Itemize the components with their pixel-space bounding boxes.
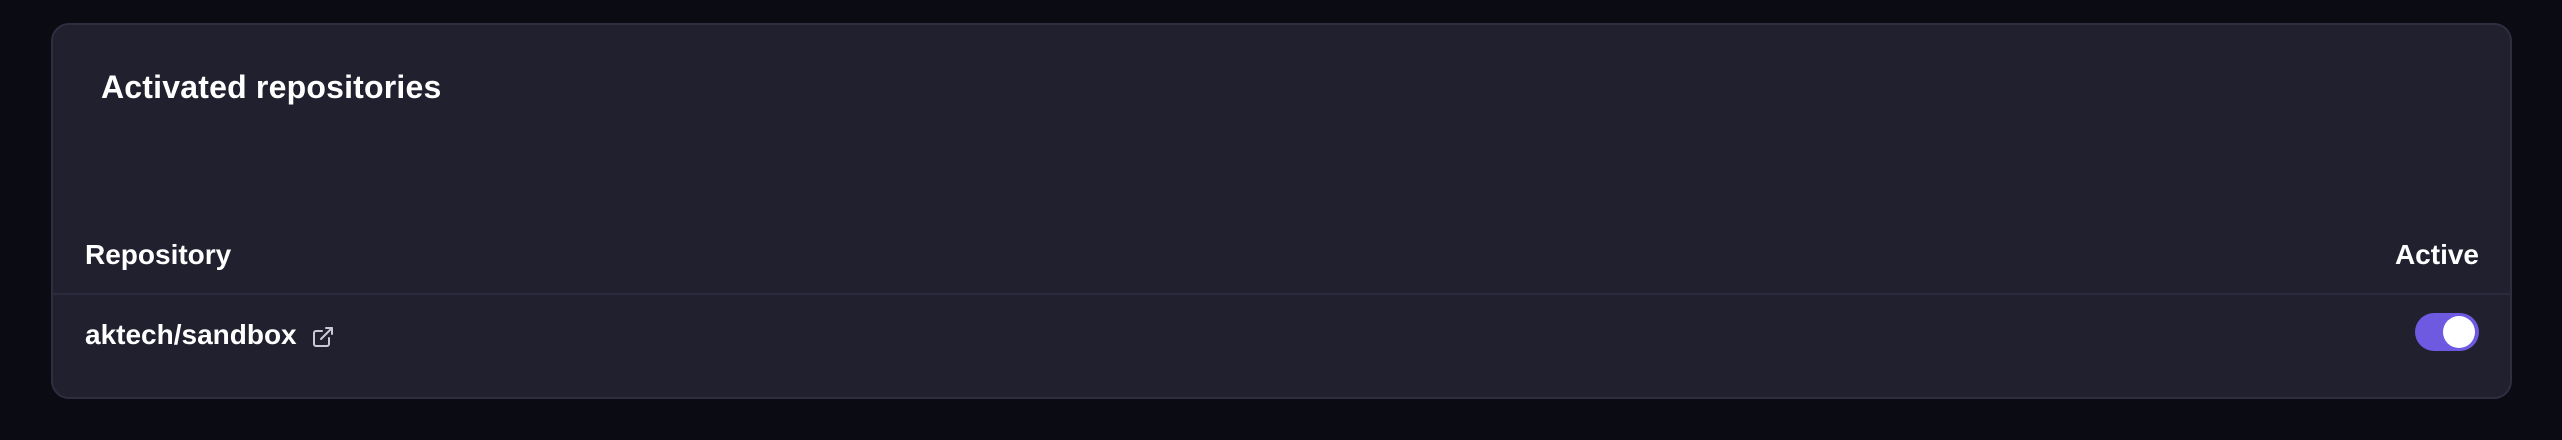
column-header-repository: Repository bbox=[85, 239, 232, 270]
repository-cell: aktech/sandbox bbox=[85, 319, 335, 351]
column-header-active: Active bbox=[2394, 239, 2479, 270]
table-row: aktech/sandbox bbox=[53, 297, 2510, 377]
external-link-icon[interactable] bbox=[311, 325, 335, 349]
activated-repositories-card: Activated repositories Repository Active… bbox=[51, 23, 2512, 399]
table-header: Repository Active bbox=[53, 215, 2510, 295]
active-toggle[interactable] bbox=[2415, 313, 2479, 351]
repository-link[interactable]: aktech/sandbox bbox=[85, 319, 297, 351]
toggle-knob bbox=[2443, 316, 2475, 348]
card-title: Activated repositories bbox=[101, 69, 442, 105]
